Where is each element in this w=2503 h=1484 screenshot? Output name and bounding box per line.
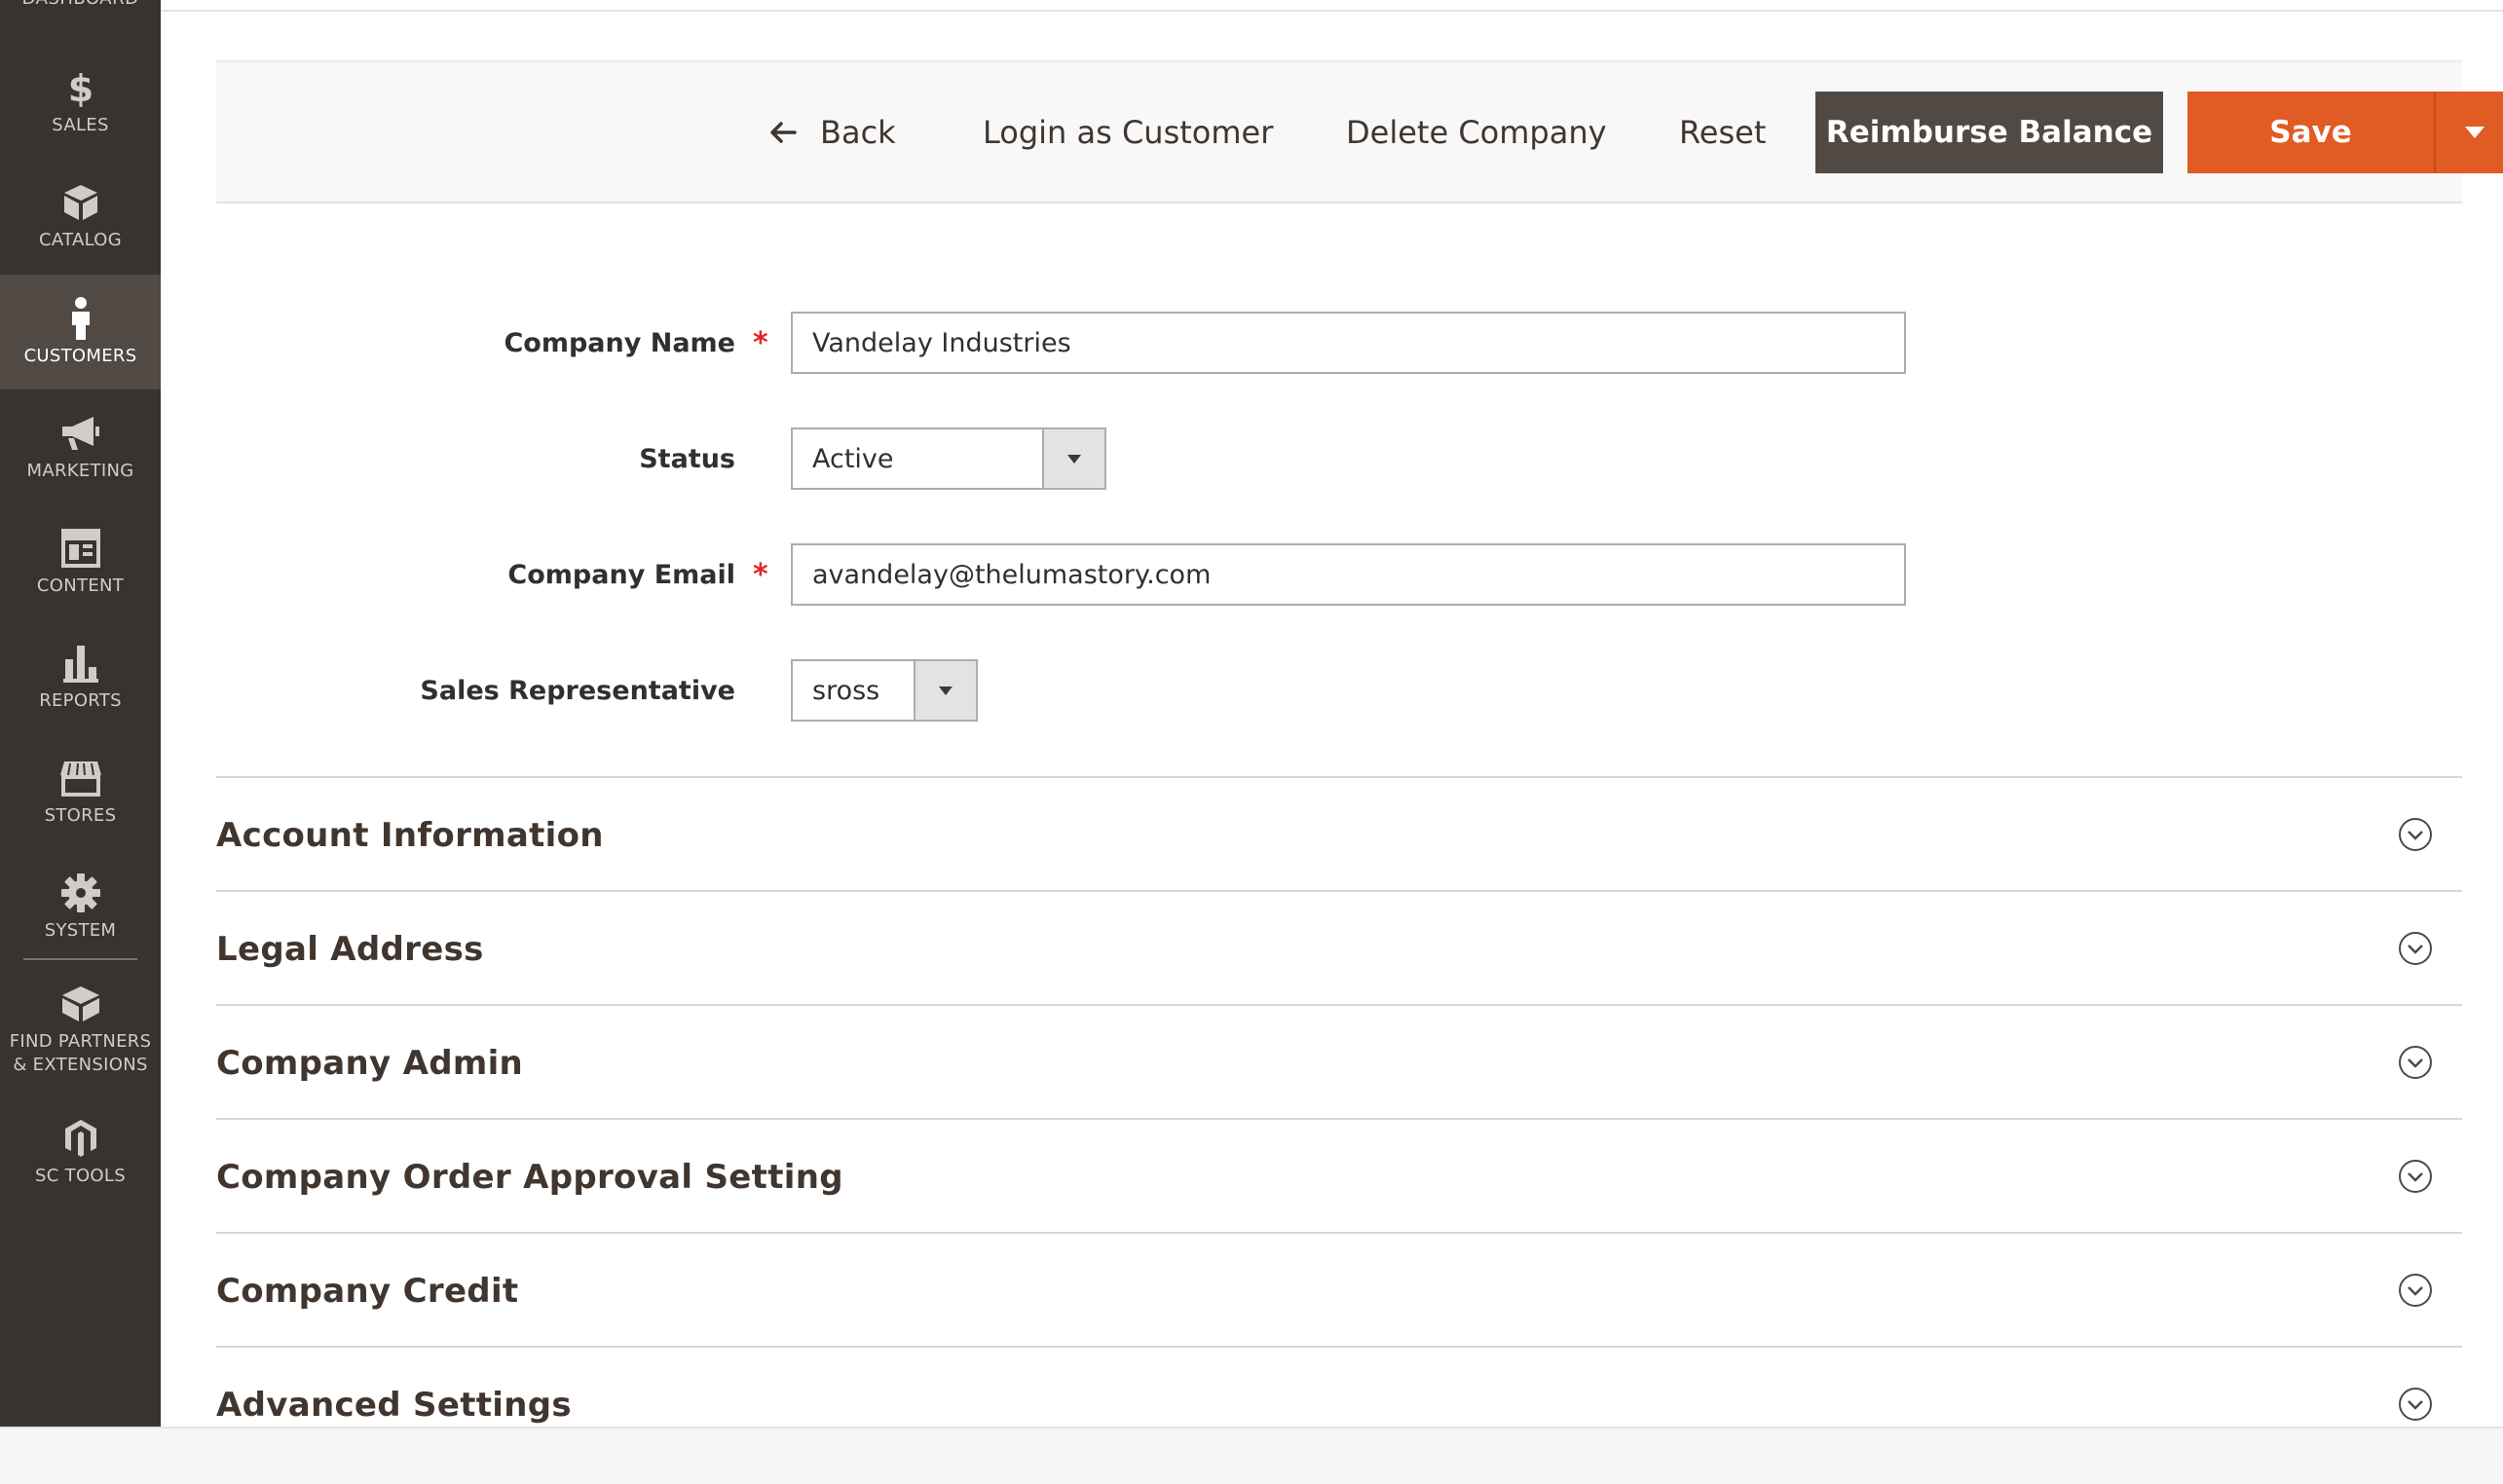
sidebar-item-label: DASHBOARD (0, 0, 161, 9)
section-title: Advanced Settings (216, 1385, 572, 1425)
sidebar-divider (23, 958, 137, 960)
chevron-down-icon (1042, 429, 1104, 488)
sidebar-item-sc-tools[interactable]: SC TOOLS (0, 1094, 161, 1209)
sidebar-item-customers[interactable]: CUSTOMERS (0, 275, 161, 390)
delete-company-button[interactable]: Delete Company (1346, 92, 1607, 173)
sidebar-item-sales[interactable]: $ SALES (0, 44, 161, 159)
sidebar-item-label: MARKETING (26, 461, 134, 481)
bar-chart-icon (61, 641, 100, 686)
company-name-row: Company Name * Vandelay Industries (216, 312, 1969, 374)
sales-representative-row: Sales Representative sross (216, 659, 1969, 722)
sidebar-item-content[interactable]: CONTENT (0, 504, 161, 619)
company-name-field[interactable]: Vandelay Industries (791, 312, 1906, 374)
chevron-down-icon (914, 661, 976, 720)
section-advanced-settings[interactable]: Advanced Settings (216, 1346, 2462, 1428)
status-value: Active (812, 443, 894, 474)
required-marker: * (753, 557, 768, 592)
sidebar-item-system[interactable]: SYSTEM (0, 849, 161, 964)
page-actions-bar: Back Login as Customer Delete Company Re… (216, 60, 2503, 204)
login-as-customer-button[interactable]: Login as Customer (983, 92, 1273, 173)
sidebar-item-label: SC TOOLS (35, 1166, 126, 1186)
section-title: Legal Address (216, 929, 484, 969)
company-name-label: Company Name (504, 327, 735, 358)
sidebar-item-label: STORES (44, 805, 117, 826)
arrow-left-icon (769, 120, 797, 145)
section-company-credit[interactable]: Company Credit (216, 1232, 2462, 1348)
sales-representative-select[interactable]: sross (791, 659, 978, 722)
company-email-label: Company Email (507, 559, 735, 590)
magento-logo-icon (63, 1116, 98, 1161)
dollar-icon: $ (66, 65, 95, 110)
megaphone-icon (60, 411, 101, 456)
expand-chevron-icon (2399, 1046, 2432, 1079)
reset-button[interactable]: Reset (1679, 92, 1766, 173)
sidebar-item-label: SALES (52, 115, 109, 135)
sidebar-item-label: CUSTOMERS (23, 346, 137, 366)
sidebar-item-reports[interactable]: REPORTS (0, 619, 161, 734)
section-title: Company Order Approval Setting (216, 1157, 843, 1197)
section-legal-address[interactable]: Legal Address (216, 890, 2462, 1006)
section-account-information[interactable]: Account Information (216, 776, 2462, 892)
sidebar-item-label: CATALOG (39, 230, 122, 250)
reimburse-balance-button[interactable]: Reimburse Balance (1815, 92, 2163, 173)
header-divider (161, 10, 2503, 12)
expand-chevron-icon (2399, 1388, 2432, 1421)
section-company-order-approval-setting[interactable]: Company Order Approval Setting (216, 1118, 2462, 1234)
person-icon (68, 296, 93, 341)
back-button-label: Back (820, 114, 896, 151)
box-icon (62, 180, 99, 225)
expand-chevron-icon (2399, 932, 2432, 965)
sidebar-item-label: SYSTEM (44, 920, 117, 941)
sidebar-item-marketing[interactable]: MARKETING (0, 390, 161, 504)
status-label: Status (639, 443, 735, 474)
company-email-row: Company Email * avandelay@thelumastory.c… (216, 543, 1969, 606)
save-button[interactable]: Save (2187, 92, 2436, 173)
expand-chevron-icon (2399, 818, 2432, 851)
sidebar-item-dashboard[interactable]: DASHBOARD (0, 0, 161, 18)
expand-chevron-icon (2399, 1160, 2432, 1193)
section-company-admin[interactable]: Company Admin (216, 1004, 2462, 1120)
section-title: Company Credit (216, 1271, 519, 1311)
sales-representative-value: sross (812, 675, 880, 706)
status-select[interactable]: Active (791, 427, 1106, 490)
company-email-field[interactable]: avandelay@thelumastory.com (791, 543, 1906, 606)
storefront-icon (58, 756, 103, 800)
window-bottom-strip (0, 1427, 2503, 1484)
required-marker: * (753, 325, 768, 360)
sidebar-item-catalog[interactable]: CATALOG (0, 159, 161, 274)
svg-text:$: $ (67, 68, 93, 107)
section-title: Company Admin (216, 1043, 524, 1083)
expand-chevron-icon (2399, 1274, 2432, 1307)
sidebar-item-label: CONTENT (36, 575, 125, 596)
sidebar-item-label: REPORTS (39, 690, 122, 711)
sales-representative-label: Sales Representative (420, 675, 735, 706)
back-button[interactable]: Back (769, 92, 896, 173)
admin-sidebar: DASHBOARD $ SALES CATALOG CUSTOMERS (0, 0, 161, 1427)
sidebar-item-stores[interactable]: STORES (0, 734, 161, 849)
cube-icon (60, 982, 101, 1026)
sidebar-item-find-partners[interactable]: FIND PARTNERS & EXTENSIONS (0, 969, 161, 1090)
status-row: Status Active (216, 427, 1969, 490)
section-title: Account Information (216, 815, 604, 855)
sidebar-item-label: FIND PARTNERS & EXTENSIONS (9, 1031, 152, 1075)
save-options-toggle[interactable] (2436, 92, 2503, 173)
layout-icon (60, 526, 100, 571)
caret-down-icon (2465, 127, 2484, 138)
gear-icon (60, 871, 101, 915)
